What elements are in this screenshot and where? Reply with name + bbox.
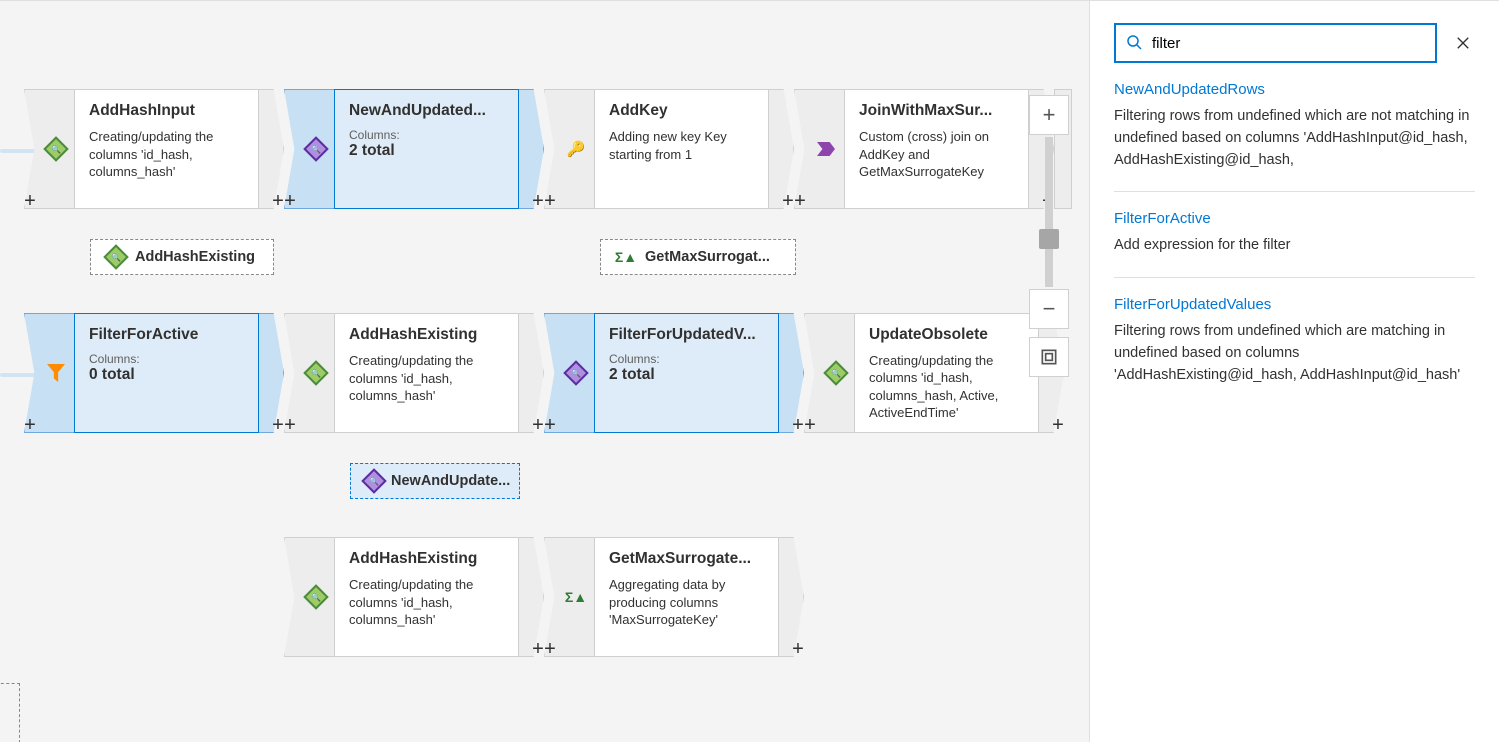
reference-chip[interactable]: 🔍 NewAndUpdate... <box>350 463 520 499</box>
node-description: Creating/updating the columns 'id_hash, … <box>349 352 504 405</box>
add-before-button[interactable]: + <box>282 415 298 435</box>
derived-column-icon: 🔍 <box>825 362 847 384</box>
search-result[interactable]: FilterForActive Add expression for the fi… <box>1114 192 1475 278</box>
surrogate-key-icon <box>565 138 587 160</box>
add-before-button[interactable]: + <box>792 191 808 211</box>
search-box[interactable] <box>1114 23 1437 63</box>
node-title: AddHashExisting <box>349 550 504 568</box>
reference-label: GetMaxSurrogat... <box>645 249 770 265</box>
add-after-button[interactable]: + <box>1050 415 1066 435</box>
node-columns-value: 0 total <box>89 366 244 384</box>
exists-icon: 🔍 <box>305 138 327 160</box>
node-title: FilterForUpdatedV... <box>609 326 764 344</box>
zoom-out-button[interactable]: − <box>1029 289 1069 329</box>
add-before-button[interactable]: + <box>802 415 818 435</box>
node-description: Creating/updating the columns 'id_hash, … <box>349 576 504 629</box>
search-result[interactable]: NewAndUpdatedRows Filtering rows from und… <box>1114 63 1475 192</box>
node-description: Creating/updating the columns 'id_hash, … <box>89 128 244 181</box>
node-columns-label: Columns: <box>349 128 504 142</box>
filter-icon <box>45 362 67 384</box>
node-description: Aggregating data by producing columns 'M… <box>609 576 764 629</box>
node-title: JoinWithMaxSur... <box>859 102 1014 120</box>
reference-chip[interactable]: 🔍 AddHashExisting <box>90 239 274 275</box>
node-title: UpdateObsolete <box>869 326 1024 344</box>
exists-icon: 🔍 <box>365 470 383 492</box>
flow-node[interactable]: 🔍 AddHashExisting Creating/updating the co… <box>284 313 544 433</box>
add-before-button[interactable]: + <box>542 415 558 435</box>
zoom-fit-button[interactable] <box>1029 337 1069 377</box>
search-icon <box>1126 34 1144 53</box>
flow-node[interactable]: AddKey Adding new key Key starting from 1… <box>544 89 794 209</box>
flow-node[interactable]: 🔍 AddHashInput Creating/updating the colum… <box>24 89 284 209</box>
reference-label: AddHashExisting <box>135 249 255 265</box>
derived-column-icon: 🔍 <box>45 138 67 160</box>
add-before-button[interactable]: + <box>22 191 38 211</box>
flow-node[interactable]: Σ▲ GetMaxSurrogate... Aggregating data by … <box>544 537 804 657</box>
flow-node[interactable]: 🔍NewAndUpdated...Columns:2 total++ <box>284 89 544 209</box>
aggregate-icon: Σ▲ <box>615 246 637 268</box>
node-title: AddHashInput <box>89 102 244 120</box>
node-columns-value: 2 total <box>609 366 764 384</box>
flow-node[interactable]: 🔍FilterForUpdatedV...Columns:2 total++ <box>544 313 804 433</box>
search-panel: NewAndUpdatedRows Filtering rows from und… <box>1089 1 1499 742</box>
node-title: GetMaxSurrogate... <box>609 550 764 568</box>
search-result-title[interactable]: NewAndUpdatedRows <box>1114 81 1475 98</box>
search-input[interactable] <box>1150 34 1425 53</box>
zoom-slider-thumb[interactable] <box>1039 229 1059 249</box>
search-result-description: Filtering rows from undefined which are … <box>1114 106 1475 171</box>
flow-canvas[interactable]: 🔍 AddHashInput Creating/updating the colum… <box>0 1 1089 742</box>
node-columns-label: Columns: <box>609 352 764 366</box>
flow-node[interactable]: FilterForActiveColumns:0 total++ <box>24 313 284 433</box>
node-columns-label: Columns: <box>89 352 244 366</box>
add-before-button[interactable]: + <box>542 639 558 659</box>
node-title: NewAndUpdated... <box>349 102 504 120</box>
node-title: AddHashExisting <box>349 326 504 344</box>
aggregate-icon: Σ▲ <box>565 586 587 608</box>
derived-column-icon: 🔍 <box>105 246 127 268</box>
add-before-button[interactable]: + <box>542 191 558 211</box>
derived-column-icon: 🔍 <box>305 362 327 384</box>
exists-icon: 🔍 <box>565 362 587 384</box>
close-panel-button[interactable] <box>1451 31 1475 55</box>
node-description: Adding new key Key starting from 1 <box>609 128 754 163</box>
node-columns-value: 2 total <box>349 142 504 160</box>
flow-node[interactable]: JoinWithMaxSur... Custom (cross) join on … <box>794 89 1054 209</box>
node-description: Custom (cross) join on AddKey and GetMax… <box>859 128 1014 181</box>
app-root: 🔍 AddHashInput Creating/updating the colum… <box>0 0 1499 742</box>
zoom-controls: + − <box>1029 95 1069 377</box>
placeholder-box <box>0 683 20 742</box>
node-description: Creating/updating the columns 'id_hash, … <box>869 352 1024 420</box>
add-after-button[interactable]: + <box>790 639 806 659</box>
node-title: FilterForActive <box>89 326 244 344</box>
derived-column-icon: 🔍 <box>305 586 327 608</box>
zoom-in-button[interactable]: + <box>1029 95 1069 135</box>
flow-node[interactable]: 🔍 AddHashExisting Creating/updating the co… <box>284 537 544 657</box>
reference-chip[interactable]: Σ▲ GetMaxSurrogat... <box>600 239 796 275</box>
node-title: AddKey <box>609 102 754 120</box>
flow-node[interactable]: 🔍 UpdateObsolete Creating/updating the col… <box>804 313 1064 433</box>
search-result[interactable]: FilterForUpdatedValues Filtering rows fro… <box>1114 278 1475 406</box>
search-result-description: Filtering rows from undefined which are … <box>1114 321 1475 386</box>
add-before-button[interactable]: + <box>22 415 38 435</box>
reference-label: NewAndUpdate... <box>391 473 510 489</box>
search-result-description: Add expression for the filter <box>1114 235 1475 257</box>
join-icon <box>815 138 837 160</box>
search-results: NewAndUpdatedRows Filtering rows from und… <box>1114 63 1475 406</box>
zoom-slider-track[interactable] <box>1045 137 1053 287</box>
search-result-title[interactable]: FilterForActive <box>1114 210 1475 227</box>
search-result-title[interactable]: FilterForUpdatedValues <box>1114 296 1475 313</box>
add-before-button[interactable]: + <box>282 191 298 211</box>
